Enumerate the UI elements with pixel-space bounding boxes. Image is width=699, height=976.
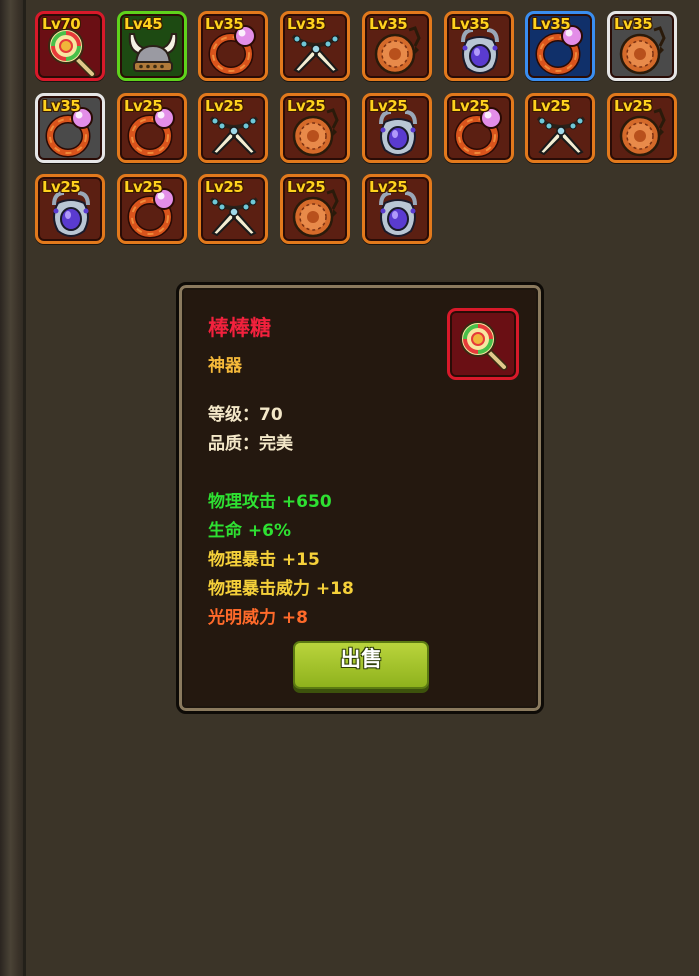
item-level-label: Lv25 — [614, 97, 653, 115]
stat-line: 物理暴击 +15 — [208, 550, 320, 570]
inventory-slot[interactable]: Lv35 — [525, 11, 595, 81]
inventory-slot[interactable]: Lv35 — [607, 11, 677, 81]
inventory-slot[interactable]: Lv25 — [117, 93, 187, 163]
inventory-slot[interactable]: Lv25 — [280, 93, 350, 163]
item-level-label: Lv35 — [287, 15, 326, 33]
inventory-slot[interactable]: Lv25 — [444, 93, 514, 163]
item-level-label: Lv25 — [124, 97, 163, 115]
item-tooltip: 棒棒糖 神器 等级：70 品质：完美 物理攻击 +650 生命 +6% 物理暴击… — [176, 282, 544, 714]
item-level-label: Lv25 — [532, 97, 571, 115]
inventory-slot[interactable]: Lv25 — [117, 174, 187, 244]
inventory-slot[interactable]: Lv25 — [362, 93, 432, 163]
stat-line: 光明威力 +8 — [208, 608, 308, 628]
item-level-label: Lv70 — [42, 15, 81, 33]
stat-line: 生命 +6% — [208, 521, 292, 541]
item-quality: 品质：完美 — [208, 434, 293, 454]
stat-line: 物理暴击威力 +18 — [208, 579, 354, 599]
inventory-slot[interactable]: Lv25 — [35, 174, 105, 244]
inventory-slot[interactable]: Lv25 — [198, 174, 268, 244]
inventory-slot[interactable]: Lv70 — [35, 11, 105, 81]
inventory-slot[interactable]: Lv35 — [198, 11, 268, 81]
item-level-label: Lv25 — [124, 178, 163, 196]
inventory-slot[interactable]: Lv45 — [117, 11, 187, 81]
item-name: 棒棒糖 — [208, 316, 271, 340]
inventory-slot[interactable]: Lv25 — [198, 93, 268, 163]
item-level-label: Lv35 — [369, 15, 408, 33]
item-type: 神器 — [208, 356, 242, 376]
item-level-label: Lv25 — [205, 178, 244, 196]
item-level-label: Lv35 — [614, 15, 653, 33]
stat-line: 物理攻击 +650 — [208, 492, 332, 512]
item-level-label: Lv35 — [205, 15, 244, 33]
item-level-label: Lv45 — [124, 15, 163, 33]
inventory-slot[interactable]: Lv25 — [362, 174, 432, 244]
item-level-label: Lv25 — [451, 97, 490, 115]
inventory-slot[interactable]: Lv35 — [35, 93, 105, 163]
left-frame — [0, 0, 26, 976]
item-level-label: Lv35 — [451, 15, 490, 33]
item-level: 等级：70 — [208, 405, 283, 425]
inventory-slot[interactable]: Lv35 — [362, 11, 432, 81]
item-level-label: Lv25 — [287, 97, 326, 115]
item-level-label: Lv25 — [369, 97, 408, 115]
item-level-label: Lv25 — [205, 97, 244, 115]
inventory-slot[interactable]: Lv35 — [280, 11, 350, 81]
sell-button[interactable]: 出售 — [293, 641, 429, 689]
inventory-slot[interactable]: Lv25 — [280, 174, 350, 244]
inventory-slot[interactable]: Lv25 — [525, 93, 595, 163]
inventory-slot[interactable]: Lv35 — [444, 11, 514, 81]
item-level-label: Lv35 — [532, 15, 571, 33]
item-level-label: Lv25 — [369, 178, 408, 196]
item-level-label: Lv25 — [287, 178, 326, 196]
inventory-slot[interactable]: Lv25 — [607, 93, 677, 163]
tooltip-item-slot — [447, 308, 519, 380]
lollipop-icon — [460, 321, 508, 371]
item-level-label: Lv35 — [42, 97, 81, 115]
item-level-label: Lv25 — [42, 178, 81, 196]
